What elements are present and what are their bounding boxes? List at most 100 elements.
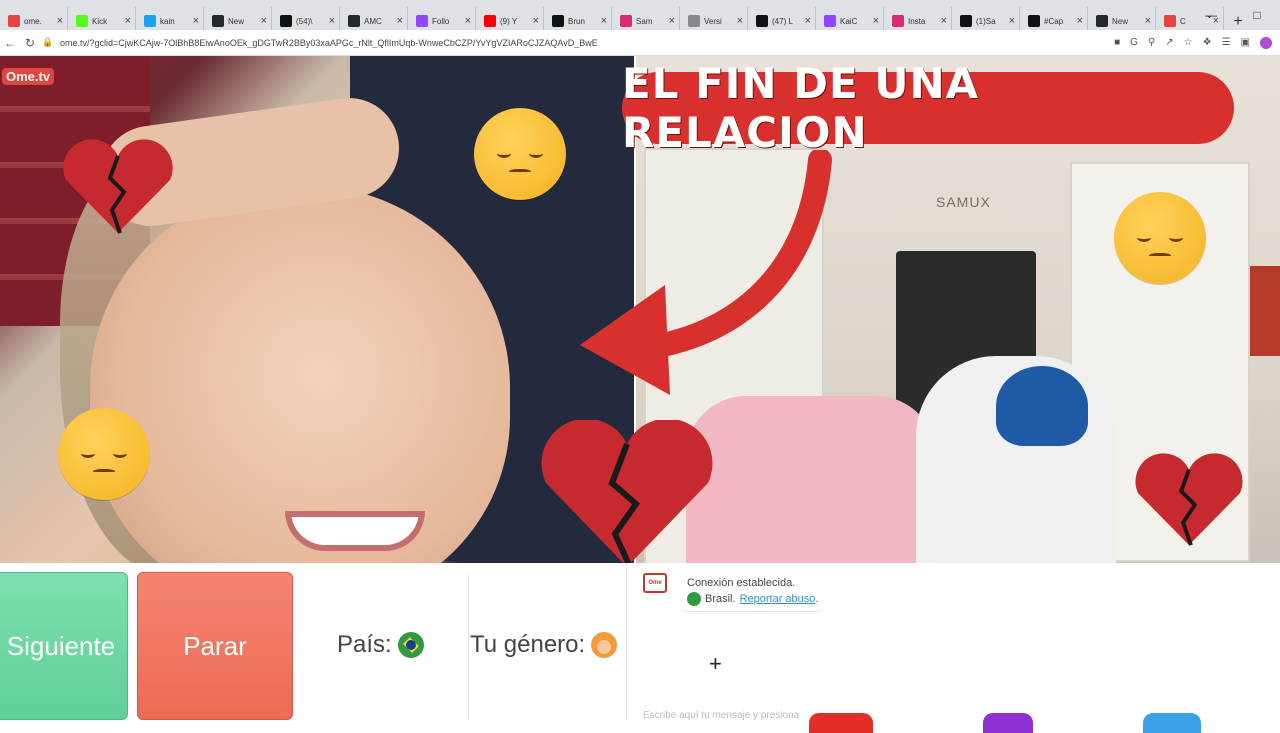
media-icon[interactable]: ☰ xyxy=(1222,37,1231,48)
divider xyxy=(468,575,469,720)
close-tab-icon[interactable]: × xyxy=(805,15,811,27)
twitter-icon[interactable] xyxy=(1143,713,1201,733)
report-abuse-link[interactable]: Reportar abuso xyxy=(740,593,816,605)
tab-title: (47) L xyxy=(772,16,793,26)
add-attachment-button[interactable]: + xyxy=(709,651,722,677)
tab-title: Sam xyxy=(636,16,653,26)
chat-panel: Ome Conexión establecida. Brasil. Report… xyxy=(626,563,1280,733)
github-tab-icon xyxy=(1096,15,1108,27)
wall-sign: SAMUX xyxy=(936,194,991,210)
youtube-tab-icon xyxy=(484,15,496,27)
tiktok-tab-icon xyxy=(280,15,292,27)
reload-icon[interactable]: ↻ xyxy=(20,36,40,50)
close-tab-icon[interactable]: × xyxy=(1145,15,1151,27)
twitch-tab-icon xyxy=(416,15,428,27)
close-tab-icon[interactable]: × xyxy=(941,15,947,27)
github-tab-icon xyxy=(348,15,360,27)
close-tab-icon[interactable]: × xyxy=(193,15,199,27)
google-icon[interactable]: G xyxy=(1130,37,1138,48)
camera-icon[interactable]: ■ xyxy=(1114,37,1120,48)
close-tab-icon[interactable]: × xyxy=(669,15,675,27)
tab-title: #Cap xyxy=(1044,16,1064,26)
tab-title: (9) Y xyxy=(500,16,518,26)
instagram-tab-icon xyxy=(620,15,632,27)
github-tab-icon xyxy=(212,15,224,27)
gaming-chair-shape xyxy=(686,396,936,563)
tab-title: kain xyxy=(160,16,175,26)
close-tab-icon[interactable]: × xyxy=(873,15,879,27)
curved-arrow-icon xyxy=(580,150,832,395)
close-tab-icon[interactable]: × xyxy=(465,15,471,27)
brazil-flag-icon xyxy=(687,592,701,606)
tab-title: (54)\ xyxy=(296,16,313,26)
profile-avatar[interactable] xyxy=(1260,36,1272,49)
pensive-emoji-icon xyxy=(474,108,566,200)
chat-input[interactable]: Escribe aquí tu mensaje y presiona xyxy=(643,710,799,721)
extensions-puzzle-icon[interactable]: ❖ xyxy=(1203,37,1212,48)
lock-icon[interactable]: 🔒 xyxy=(40,37,56,48)
tiktok-tab-icon xyxy=(960,15,972,27)
country-label: País: xyxy=(337,631,392,658)
gender-label: Tu género: xyxy=(470,631,586,658)
ometv-chat-logo-icon: Ome xyxy=(643,573,667,593)
twitch-tab-icon xyxy=(824,15,836,27)
tab-title: (1)Sa xyxy=(976,16,996,26)
tab-title: Follo xyxy=(432,16,450,26)
globe-tab-icon xyxy=(688,15,700,27)
share-icon[interactable]: ↗ xyxy=(1165,37,1173,48)
report-suffix: . xyxy=(815,593,819,605)
youtube-icon[interactable] xyxy=(809,713,873,733)
tiktok-tab-icon xyxy=(756,15,768,27)
chat-country: Brasil. xyxy=(705,593,736,605)
face-shape xyxy=(90,186,510,563)
close-tab-icon[interactable]: × xyxy=(397,15,403,27)
smile-shape xyxy=(285,511,425,551)
close-tab-icon[interactable]: × xyxy=(533,15,539,27)
broken-heart-icon xyxy=(541,420,713,569)
poster-shape xyxy=(1250,266,1280,356)
gender-filter[interactable]: Tu género: xyxy=(470,631,618,659)
minimize-button[interactable]: — xyxy=(1188,0,1234,30)
tab-title: Versi xyxy=(704,16,722,26)
tab-title: New xyxy=(228,16,245,26)
instagram-icon[interactable] xyxy=(983,713,1033,733)
connection-status: Conexión establecida. xyxy=(687,577,796,589)
close-tab-icon[interactable]: × xyxy=(601,15,607,27)
close-tab-icon[interactable]: × xyxy=(261,15,267,27)
close-tab-icon[interactable]: × xyxy=(737,15,743,27)
tiktok-tab-icon xyxy=(552,15,564,27)
stop-button[interactable]: Parar xyxy=(137,572,293,720)
broken-heart-icon xyxy=(63,139,173,234)
tab-title: ome. xyxy=(24,16,42,26)
close-tab-icon[interactable]: × xyxy=(1077,15,1083,27)
extension-toolbar: ■ G ⚲ ↗ ☆ ❖ ☰ ▣ xyxy=(1114,36,1280,49)
close-tab-icon[interactable]: × xyxy=(125,15,131,27)
ometv-tab-icon xyxy=(1164,15,1176,27)
bookmark-star-icon[interactable]: ☆ xyxy=(1184,37,1193,48)
tab-title: Insta xyxy=(908,16,926,26)
next-button[interactable]: Siguiente xyxy=(0,572,128,720)
maximize-button[interactable]: □ xyxy=(1234,0,1280,30)
zoom-icon[interactable]: ⚲ xyxy=(1148,37,1155,48)
twitter-tab-icon xyxy=(144,15,156,27)
chat-separator xyxy=(683,611,821,612)
close-tab-icon[interactable]: × xyxy=(1009,15,1015,27)
address-bar: ← ↻ 🔒 ome.tv/?gclid=CjwKCAjw-7OlBhB8EiwA… xyxy=(0,30,1280,56)
ometv-watermark: Ome.tv xyxy=(2,68,55,85)
cap-shape xyxy=(996,366,1088,446)
brazil-flag-icon xyxy=(397,632,424,658)
tab-title: AMC xyxy=(364,16,382,26)
kick-tab-icon xyxy=(76,15,88,27)
back-arrow-icon[interactable]: ← xyxy=(0,36,20,50)
sidepanel-icon[interactable]: ▣ xyxy=(1241,37,1250,48)
pensive-emoji-icon xyxy=(58,408,150,500)
pensive-emoji-icon xyxy=(1114,192,1206,284)
tiktok-tab-icon xyxy=(1028,15,1040,27)
tab-title: Kick xyxy=(92,16,108,26)
tab-title: New xyxy=(1112,16,1129,26)
chat-country-line: Brasil. Reportar abuso. xyxy=(687,592,818,606)
close-tab-icon[interactable]: × xyxy=(329,15,335,27)
close-tab-icon[interactable]: × xyxy=(57,15,63,27)
country-filter[interactable]: País: xyxy=(337,631,424,659)
url-field[interactable]: ome.tv/?gclid=CjwKCAjw-7OlBhB8EiwAnoOEk_… xyxy=(56,38,1114,48)
